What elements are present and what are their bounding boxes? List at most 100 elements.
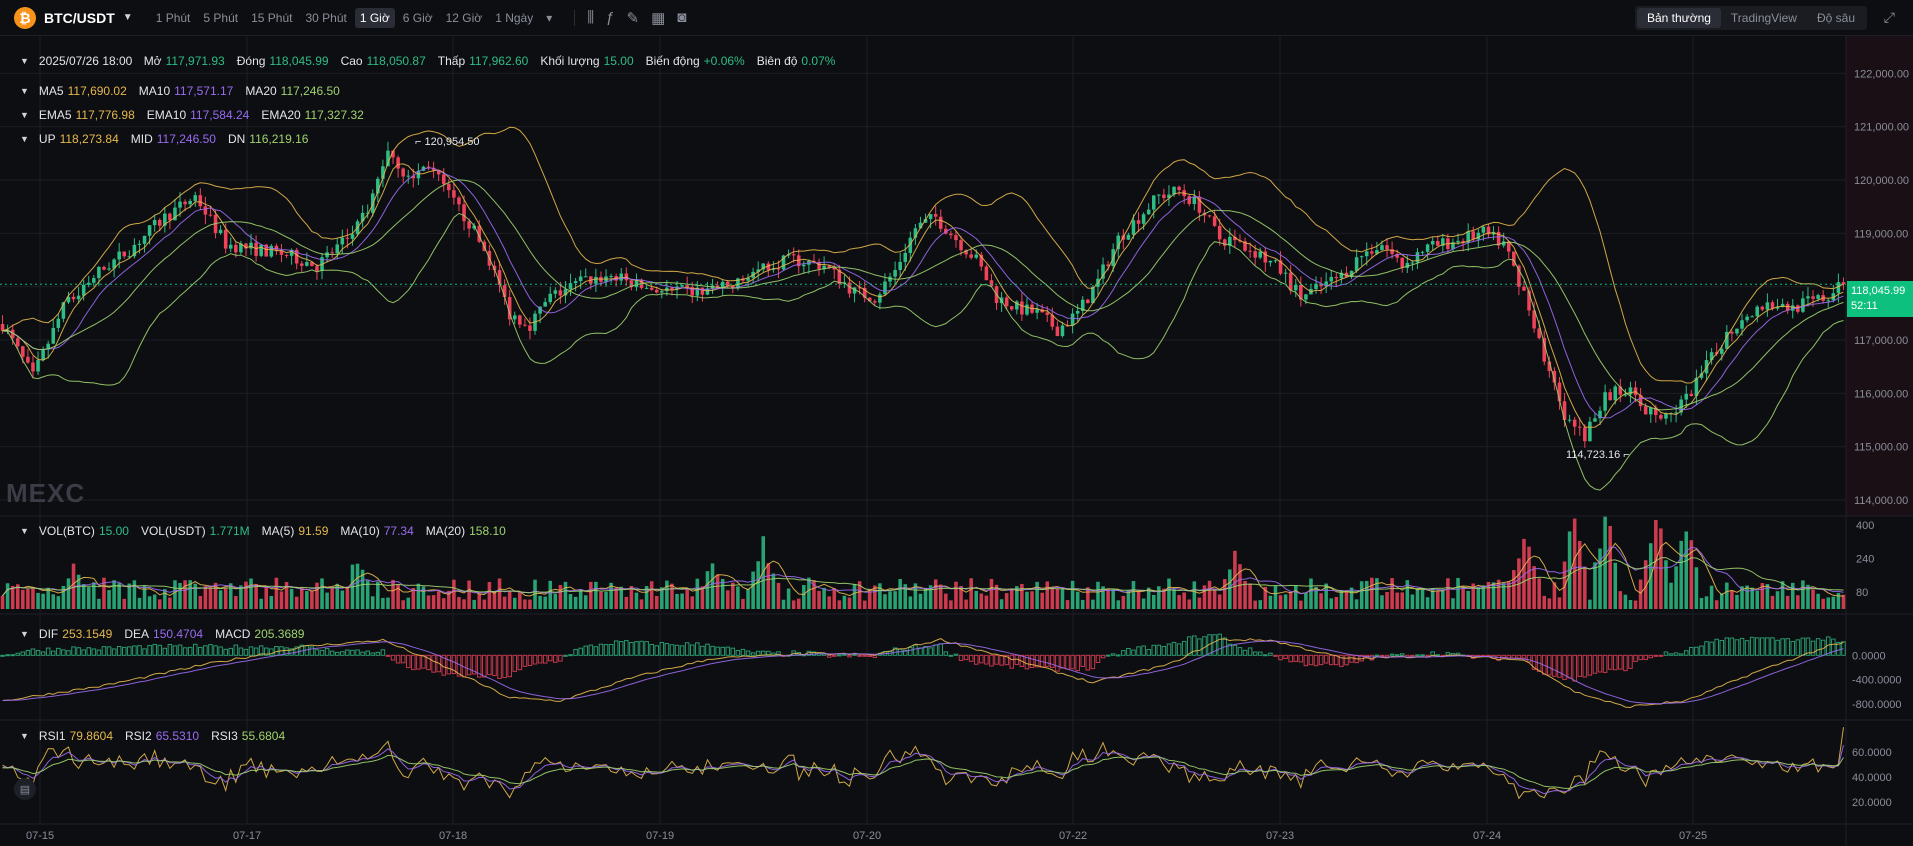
macd-histogram-bar [700,645,705,656]
volume-bar [1547,598,1552,609]
volume-bar [756,561,760,609]
change-label: Biến động [645,54,700,68]
candle-body [193,195,198,201]
kline-chart[interactable]: 122,000.00 121,000.00 120,000.00 119,000.00… [0,36,1913,846]
macd-histogram-bar [1100,654,1106,659]
chevron-down-icon[interactable]: ▼ [20,56,29,66]
time-tick-label: 07-20 [853,830,881,842]
view-standard[interactable]: Bản thường [1636,8,1721,28]
candle-body [299,263,304,266]
bar-countdown: 52:11 [1851,300,1878,312]
candle-body [1684,393,1689,400]
camera-icon[interactable]: ◙ [677,9,686,26]
macd-histogram-bar [375,651,381,656]
candle-body [938,216,943,229]
candle-body [1836,282,1841,294]
low-value: 117,962.60 [469,54,529,68]
candle-body [802,264,806,267]
macd-histogram-bar [1709,641,1714,656]
macd-histogram-bar [466,654,472,676]
volume-bar [837,600,842,609]
fullscreen-icon[interactable]: ⤢ [1884,9,1895,26]
layout-grid-icon[interactable]: ▦ [651,9,665,27]
interval-12h[interactable]: 12 Giờ [441,8,488,28]
volume-bar [741,598,745,609]
volume-bar [878,583,882,609]
macd-histogram-bar [1557,654,1562,678]
volume-bar [462,599,466,609]
time-tick-label: 07-22 [1059,830,1087,842]
macd-histogram-bar [345,649,350,656]
view-tradingview[interactable]: TradingView [1721,8,1807,28]
interval-15m[interactable]: 15 Phút [246,8,297,28]
interval-1d[interactable]: 1 Ngày [490,8,538,28]
chevron-down-icon[interactable]: ▼ [20,629,29,639]
interval-5m[interactable]: 5 Phút [198,8,243,28]
volume-bar [152,594,157,609]
volume-bar [1116,600,1121,609]
volume-bar [1801,580,1805,609]
candle-body [1456,240,1460,243]
view-depth[interactable]: Độ sâu [1807,8,1865,28]
chevron-down-icon[interactable]: ▼ [20,134,29,144]
vol-usdt-value: 1.771M [209,524,250,538]
candle-body [401,168,405,177]
calendar-icon[interactable]: ▤ [14,778,36,800]
macd-histogram-bar [1628,654,1633,669]
macd-histogram-bar [674,644,680,656]
volume-bar [670,583,674,609]
macd-histogram-bar [720,646,725,656]
volume-bar [477,593,482,609]
ma-legend: ▼ MA5 117,690.02 MA10 117,571.17 MA20 117,2… [20,84,348,98]
chevron-down-icon[interactable]: ▼ [123,12,133,23]
interval-1h[interactable]: 1 Giờ [354,7,395,28]
rsi2-line [2,744,1844,795]
volume-bar [1694,567,1699,609]
rsi1-label: RSI1 [38,729,66,743]
candle-body [1648,407,1653,415]
candle-body [1435,241,1440,246]
macd-histogram-bar [1288,654,1293,663]
macd-histogram-bar [61,649,66,656]
chevron-down-icon[interactable]: ▼ [20,86,29,96]
chevron-down-icon[interactable]: ▼ [20,526,29,536]
macd-histogram-bar [1349,654,1354,663]
macd-histogram-bar [624,640,629,656]
trading-pair[interactable]: BTC/USDT [44,10,115,26]
interval-tabs: 1 Phút 5 Phút 15 Phút 30 Phút 1 Giờ 6 Gi… [151,7,561,28]
candle-body [249,242,253,249]
volume-bar [1512,570,1516,609]
volume-bar [1400,592,1405,609]
interval-more-chevron-icon[interactable]: ▾ [541,8,557,28]
volume-bar [294,596,299,609]
candle-body [1841,282,1846,285]
volume-bar [1020,583,1024,609]
chevron-down-icon[interactable]: ▼ [20,110,29,120]
chevron-down-icon[interactable]: ▼ [20,731,29,741]
macd-histogram-bar [1298,654,1304,663]
candle-body [198,195,203,207]
volume-bar [1329,598,1334,609]
candle-body [178,201,182,208]
interval-1m[interactable]: 1 Phút [151,8,196,28]
macd-histogram-bar [223,648,228,656]
candle-body [71,296,76,300]
volume-bar [269,595,274,609]
volume-bar [1359,581,1364,609]
macd-histogram-bar [56,647,61,656]
macd-histogram-bar [1612,654,1618,671]
candle-body [86,282,91,285]
draw-pen-icon[interactable]: ✎ [627,9,640,27]
indicator-fx-icon[interactable]: ƒ [606,9,614,26]
candle-body [396,157,400,169]
candle-body [51,327,56,344]
candle-style-icon[interactable]: ⫼ [587,9,594,26]
macd-histogram-bar [395,654,401,664]
volume-bar [1735,594,1739,609]
volume-bar [1283,594,1288,609]
volume-bar [908,596,913,609]
macd-histogram-bar [634,641,639,656]
interval-30m[interactable]: 30 Phút [300,8,351,28]
macd-histogram-bar [1831,638,1836,656]
interval-6h[interactable]: 6 Giờ [398,8,438,28]
